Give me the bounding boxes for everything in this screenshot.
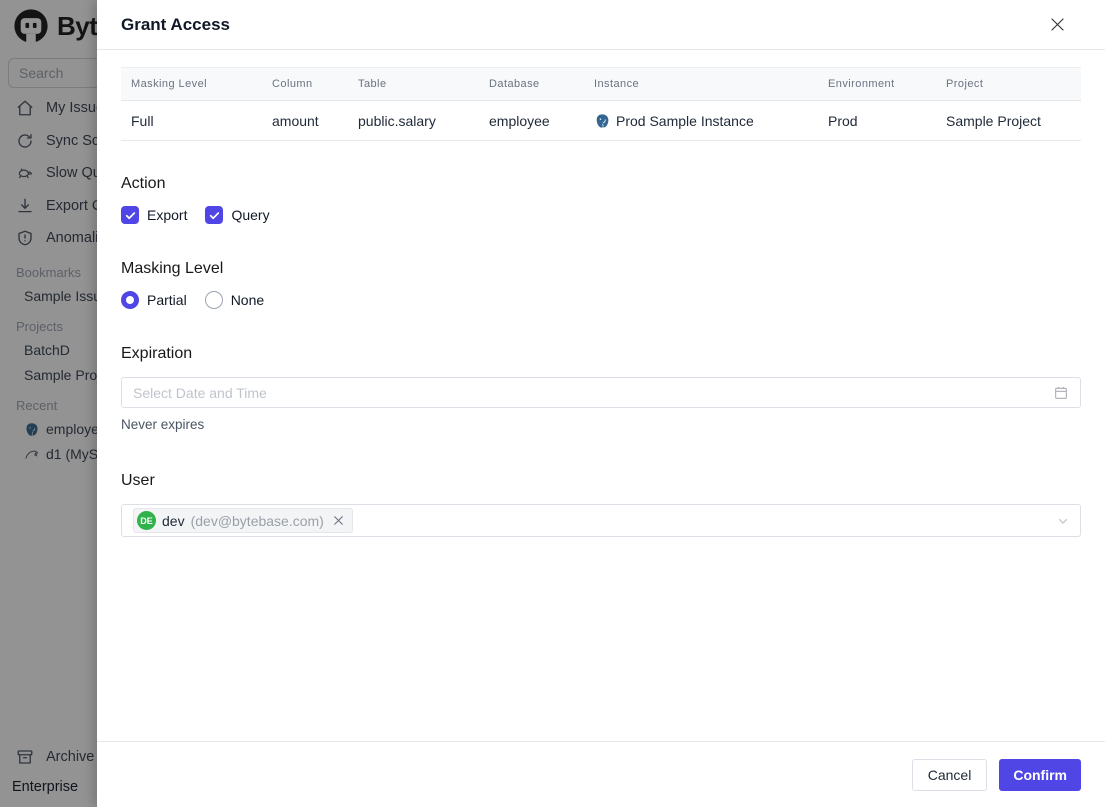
col-database: Database: [479, 67, 584, 101]
masking-level-heading: Masking Level: [121, 260, 224, 277]
postgresql-icon: [594, 113, 610, 129]
expiration-heading: Expiration: [121, 345, 193, 362]
close-icon: [1048, 15, 1067, 34]
radio-label: None: [230, 292, 265, 308]
cancel-button[interactable]: Cancel: [911, 758, 988, 791]
close-button[interactable]: [1045, 13, 1069, 37]
instance-name: Prod Sample Instance: [616, 112, 754, 129]
checkbox-label: Query: [231, 207, 270, 223]
modal-backdrop[interactable]: [0, 0, 97, 807]
table-header-row: Masking Level Column Table Database Inst…: [121, 67, 1081, 101]
radio-label: Partial: [147, 292, 187, 308]
grant-access-modal: Grant Access Masking Level Column Table …: [97, 0, 1105, 807]
checkbox-export[interactable]: [121, 206, 139, 224]
expiration-date-input-wrapper: [121, 377, 1081, 408]
avatar: DE: [137, 511, 156, 530]
radio-partial[interactable]: [121, 291, 139, 309]
remove-x-icon[interactable]: [332, 514, 345, 527]
query-checkbox-option[interactable]: Query: [205, 206, 270, 224]
chevron-down-icon[interactable]: [1056, 514, 1070, 528]
masking-level-options: Partial None: [121, 291, 1081, 309]
user-name: dev: [162, 512, 185, 529]
cell-environment: Prod: [818, 100, 936, 141]
cell-instance: Prod Sample Instance: [584, 100, 818, 141]
radio-none[interactable]: [204, 291, 223, 309]
modal-footer: Cancel Confirm: [97, 741, 1105, 807]
user-tag: DE dev (dev@bytebase.com): [133, 508, 353, 533]
col-environment: Environment: [818, 67, 936, 101]
calendar-icon[interactable]: [1053, 385, 1069, 401]
expiration-helper-text: Never expires: [121, 417, 205, 432]
cell-column: amount: [262, 100, 348, 141]
cell-masking-level: Full: [121, 100, 262, 141]
user-email: (dev@bytebase.com): [190, 512, 324, 529]
sidebar-strip: Bytebase Search My Issues Sync Schema Sl…: [0, 0, 97, 807]
checkbox-query[interactable]: [205, 206, 224, 224]
col-column: Column: [262, 67, 348, 101]
action-options: Export Query: [121, 206, 1081, 224]
export-checkbox-option[interactable]: Export: [121, 206, 187, 224]
access-summary-table: Masking Level Column Table Database Inst…: [121, 67, 1081, 141]
confirm-button[interactable]: Confirm: [999, 758, 1081, 791]
modal-body: Masking Level Column Table Database Inst…: [97, 50, 1105, 741]
cell-table: public.salary: [348, 100, 479, 141]
col-table: Table: [348, 67, 479, 101]
expiration-date-input[interactable]: [133, 384, 1053, 401]
cell-database: employee: [479, 100, 584, 141]
table-row: Full amount public.salary employee Prod …: [121, 100, 1081, 141]
user-heading: User: [121, 472, 155, 489]
col-project: Project: [936, 67, 1081, 101]
partial-radio-option[interactable]: Partial: [121, 291, 187, 309]
cell-project: Sample Project: [936, 100, 1081, 141]
col-masking-level: Masking Level: [121, 67, 262, 101]
modal-header: Grant Access: [97, 0, 1105, 50]
checkbox-label: Export: [147, 207, 188, 223]
user-select[interactable]: DE dev (dev@bytebase.com): [121, 504, 1081, 537]
action-heading: Action: [121, 175, 166, 192]
none-radio-option[interactable]: None: [204, 291, 265, 309]
col-instance: Instance: [584, 67, 818, 101]
modal-title: Grant Access: [121, 14, 230, 34]
